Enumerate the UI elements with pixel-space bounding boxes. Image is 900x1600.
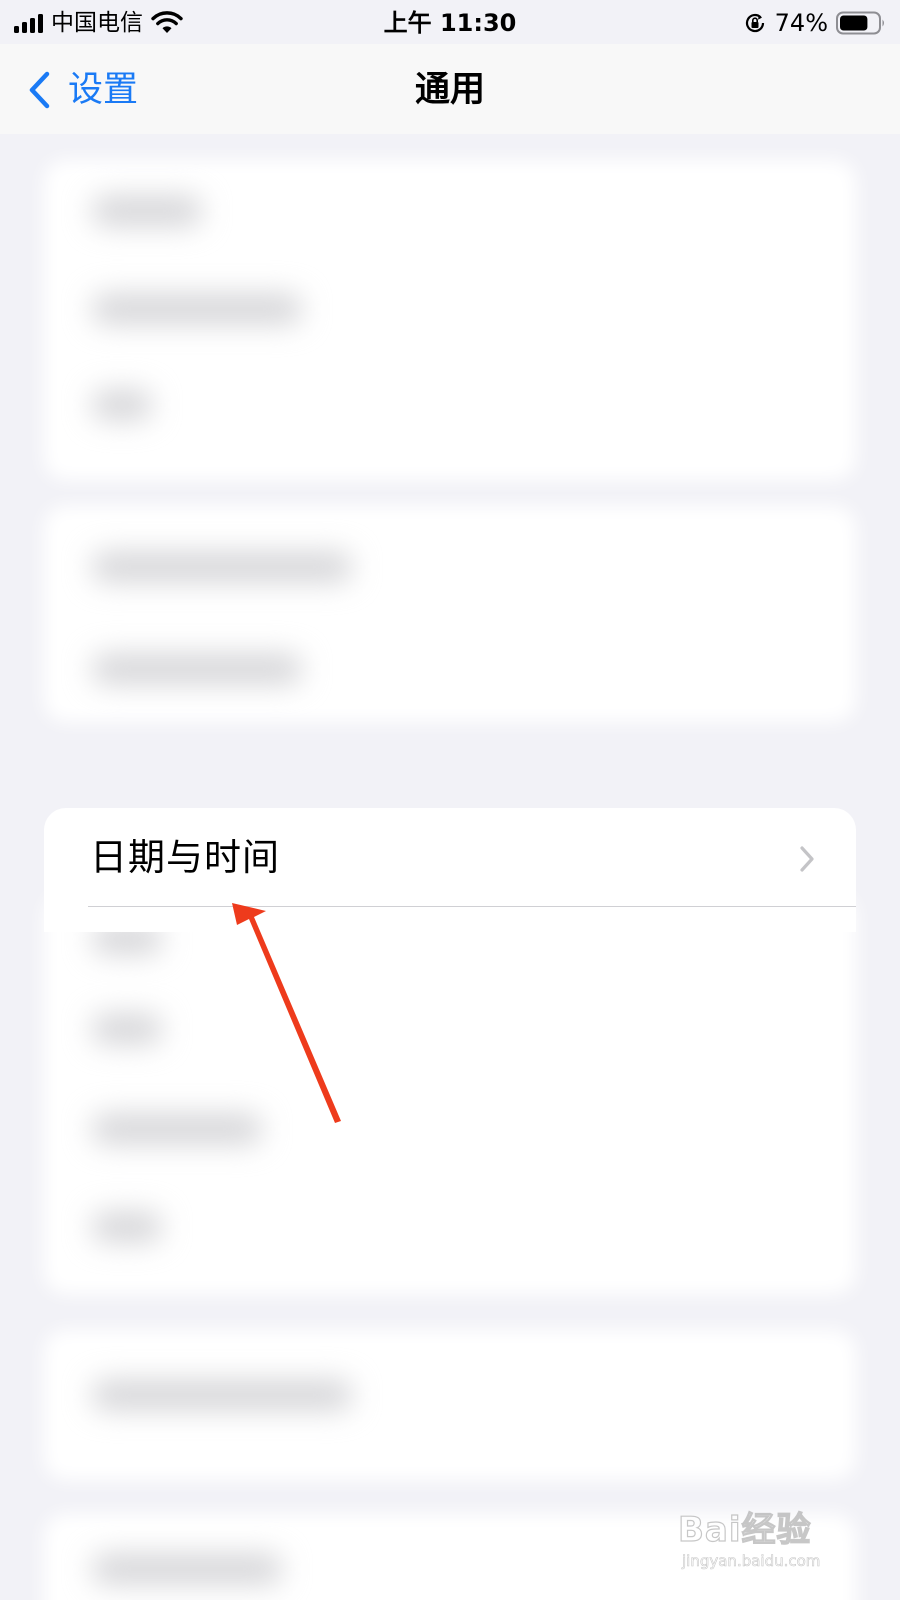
battery-percentage: 74% [774, 9, 828, 37]
settings-row-date-time[interactable]: 日期与时间 [44, 808, 856, 932]
baidu-jingyan-watermark: Bai经验 jingyan.baidu.com [677, 1500, 848, 1590]
blurred-row [92, 1212, 162, 1242]
blurred-settings-group [44, 506, 856, 722]
annotation-arrow [232, 903, 341, 1123]
blurred-row [92, 294, 302, 324]
page-title: 通用 [414, 70, 485, 110]
status-right: 74% [743, 8, 886, 38]
battery-icon [836, 11, 884, 35]
blurred-row [92, 196, 202, 226]
status-bar: 中国电信 上午 11:30 74% [0, 0, 900, 44]
navigation-bar: 设置 通用 [0, 44, 900, 134]
row-separator [88, 906, 856, 907]
blurred-settings-group [44, 894, 856, 1294]
blurred-row [92, 654, 302, 684]
blurred-row [92, 1014, 162, 1044]
orientation-lock-icon [745, 13, 764, 33]
settings-row-label: 日期与时间 [90, 836, 280, 879]
watermark-url: jingyan.baidu.com [682, 1552, 821, 1571]
blurred-row [92, 390, 152, 420]
blurred-row [92, 1380, 352, 1410]
chevron-right-icon [800, 846, 814, 872]
blurred-row [92, 1554, 282, 1584]
watermark-brand: Bai经验 [677, 1509, 812, 1550]
blurred-row [92, 552, 352, 582]
